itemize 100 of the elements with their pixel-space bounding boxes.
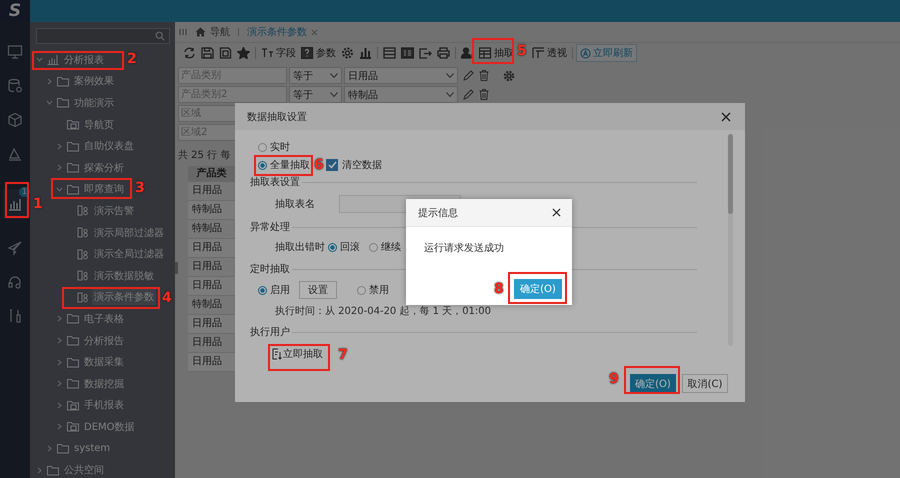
tree-item[interactable]: 自助仪表盘	[82, 138, 136, 154]
delete-icon[interactable]	[479, 89, 489, 100]
tree-item[interactable]: 公共空间	[62, 462, 106, 478]
tree-item[interactable]: 导航页	[82, 116, 116, 133]
tree-item[interactable]: 手机报表	[82, 397, 126, 414]
tree-item[interactable]: 电子表格	[82, 310, 126, 327]
tree-item[interactable]: 即席查询	[82, 181, 126, 198]
extract-icon	[479, 47, 492, 59]
radio-button[interactable]	[369, 242, 378, 252]
section-heading: 抽取表设置	[250, 176, 300, 189]
radio-button[interactable]	[357, 286, 366, 294]
close-icon[interactable]	[552, 208, 561, 217]
scrollbar[interactable]	[175, 262, 178, 274]
refresh-now-button[interactable]: 立即刷新	[576, 44, 637, 62]
menu-icon[interactable]	[179, 28, 187, 36]
tree-item[interactable]: 功能演示	[72, 94, 116, 111]
print-icon	[437, 47, 450, 59]
tree-item[interactable]: 探索分析	[82, 160, 126, 176]
auto-icon	[580, 48, 591, 58]
tree-item[interactable]: 分析报表	[62, 52, 106, 68]
dropdown-icon	[330, 73, 338, 78]
operator-select[interactable]: 等于	[289, 86, 342, 103]
tree-item[interactable]: system	[72, 442, 112, 455]
desktop-icon	[7, 44, 23, 60]
value-select[interactable]: 日用品	[344, 67, 458, 84]
tab[interactable]: 演示条件参数	[245, 25, 320, 39]
params-button[interactable]: 参数	[299, 46, 338, 60]
folder-icon	[67, 184, 79, 195]
dropdown-icon	[330, 92, 338, 97]
tree-item[interactable]: 演示告警	[92, 202, 136, 219]
pivot-button[interactable]: 透视	[530, 46, 569, 60]
radio-option[interactable]: 实时	[258, 140, 290, 154]
annotation-number: 6	[314, 157, 324, 173]
save-button[interactable]	[199, 47, 216, 59]
radio-option[interactable]: 回滚	[328, 240, 360, 254]
radio-option[interactable]: 启用	[258, 283, 290, 297]
section-heading: 执行用户	[250, 326, 290, 339]
tree-item[interactable]: 演示局部过滤器	[92, 224, 166, 241]
annotation-number: 4	[162, 290, 172, 306]
save-as-button[interactable]	[217, 47, 234, 59]
radio-button[interactable]	[258, 160, 267, 170]
operator-select[interactable]: 等于	[289, 67, 342, 84]
report-icon	[77, 205, 89, 216]
fields-icon	[261, 47, 274, 59]
export-button[interactable]	[417, 47, 434, 59]
export-icon	[419, 47, 432, 59]
checkbox[interactable]	[326, 159, 338, 171]
radio-button[interactable]	[258, 286, 267, 294]
radio-button[interactable]	[328, 242, 337, 252]
tree-item[interactable]: 分析报告	[82, 332, 126, 349]
tree-item[interactable]: 演示条件参数	[92, 289, 156, 306]
extract-now-button[interactable]: 立即抽取	[272, 347, 323, 361]
ok-button[interactable]: 确定(O)	[514, 279, 562, 299]
folder-icon	[57, 76, 69, 87]
value-select[interactable]: 特制品	[344, 86, 458, 103]
send-icon	[7, 240, 23, 256]
gear-button[interactable]	[339, 47, 356, 59]
tree-item[interactable]: DEMO数据	[82, 418, 137, 435]
edit-icon[interactable]	[463, 89, 474, 100]
checkbox-option[interactable]: 清空数据	[326, 158, 382, 172]
tree-item[interactable]: 演示数据脱敏	[92, 268, 156, 284]
column-header[interactable]: 产品类	[188, 166, 235, 182]
table-button[interactable]	[381, 47, 398, 59]
dropdown-icon	[446, 73, 454, 78]
close-icon[interactable]	[721, 112, 731, 122]
annotation-number: 2	[127, 51, 137, 67]
annotation-number: 7	[338, 347, 348, 363]
database-icon	[7, 78, 23, 94]
field-label: 抽取表名	[275, 198, 316, 211]
ok-button[interactable]: 确定(O)	[630, 374, 676, 393]
radio-button[interactable]	[258, 142, 267, 152]
tools-icon	[7, 308, 23, 324]
folder-icon	[47, 464, 59, 476]
scrollbar[interactable]	[728, 134, 733, 346]
delete-icon[interactable]	[479, 70, 489, 81]
annotation-box	[254, 155, 313, 176]
extract-icon	[272, 348, 282, 360]
report-icon	[77, 227, 89, 238]
user-icon	[461, 47, 474, 59]
print-button[interactable]	[435, 47, 452, 59]
chart-button[interactable]	[357, 47, 374, 59]
edit-icon[interactable]	[463, 70, 474, 81]
fields-button[interactable]: 字段	[259, 46, 298, 60]
folder-icon	[57, 97, 69, 108]
search-field[interactable]	[36, 28, 170, 44]
star-button[interactable]	[235, 47, 252, 59]
settings-button[interactable]: 设置	[299, 281, 337, 299]
tree-item[interactable]: 数据挖掘	[82, 376, 126, 392]
radio-option[interactable]: 继续	[369, 240, 401, 254]
tab[interactable]: 导航	[193, 25, 232, 39]
annotation-box	[268, 344, 330, 371]
folder-icon	[67, 140, 79, 152]
tree-item[interactable]: 演示全局过滤器	[92, 246, 166, 262]
tree-item[interactable]: 数据采集	[82, 354, 126, 370]
tree-item[interactable]: 案例效果	[72, 73, 116, 90]
radio-option[interactable]: 禁用	[357, 283, 389, 297]
dialog-title: 提示信息	[418, 206, 458, 220]
settings-icon[interactable]	[503, 70, 515, 82]
cancel-button[interactable]: 取消(C)	[682, 374, 728, 393]
radio-option[interactable]: 全量抽取	[258, 158, 310, 172]
